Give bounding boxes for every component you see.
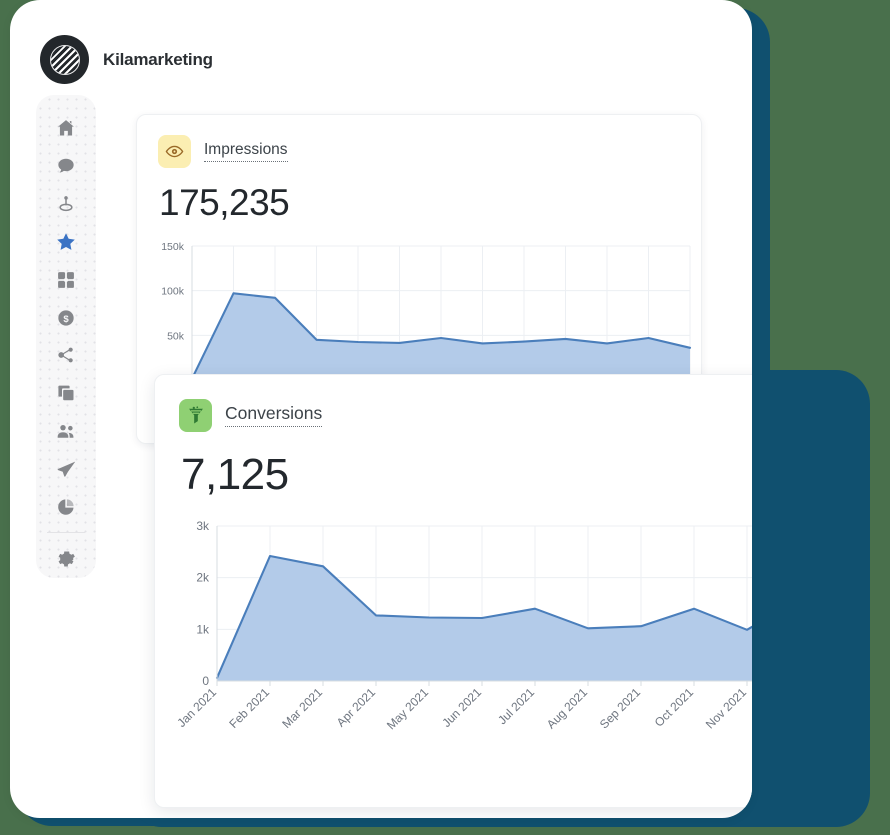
sidebar-item-favorites[interactable] — [45, 223, 87, 261]
sidebar-item-projects[interactable] — [45, 374, 87, 412]
svg-text:Jul 2021: Jul 2021 — [495, 685, 537, 727]
dollar-icon: $ — [56, 308, 76, 328]
svg-text:50k: 50k — [167, 330, 185, 342]
impressions-card-header: Impressions — [158, 135, 701, 168]
conversions-chart[interactable]: 0 1k 2k 3k Jan 2021 Feb 2021 Mar 2021 Apr 2021 M… — [155, 516, 752, 766]
striped-circle-logo-icon — [40, 35, 89, 84]
svg-text:Sep 2021: Sep 2021 — [597, 685, 643, 731]
svg-text:Aug 2021: Aug 2021 — [544, 685, 590, 731]
share-icon — [56, 345, 76, 365]
sidebar-item-campaigns[interactable] — [45, 450, 87, 488]
chat-icon — [56, 156, 76, 176]
svg-text:Apr 2021: Apr 2021 — [334, 685, 379, 730]
gear-icon — [56, 549, 76, 569]
conversions-card-header: Conversions — [179, 399, 752, 432]
svg-text:May 2021: May 2021 — [384, 685, 431, 732]
sidebar-item-apps[interactable] — [45, 261, 87, 299]
sidebar-item-network[interactable] — [45, 337, 87, 375]
users-icon — [56, 421, 77, 442]
brand-name: Kilamarketing — [103, 49, 213, 69]
home-icon — [56, 118, 76, 138]
conversions-label: Conversions — [225, 404, 323, 427]
impressions-chart[interactable]: 050k100k150k — [137, 238, 701, 390]
sidebar-divider — [47, 532, 85, 534]
app-window: Kilamarketing $ Impressions 175,235 50k … — [10, 0, 752, 818]
svg-text:1k: 1k — [196, 622, 210, 636]
impressions-value: 175,235 — [159, 182, 290, 223]
conversions-area-chart[interactable]: 01k2k3kJan 2021 Feb 2021 Mar 2021 Apr 2021 M… — [155, 516, 752, 766]
impressions-area-chart[interactable]: 050k100k150k — [137, 238, 702, 390]
impressions-label: Impressions — [204, 141, 288, 162]
svg-text:Feb 2021: Feb 2021 — [226, 685, 272, 731]
send-icon — [56, 459, 77, 480]
svg-text:Nov 2021: Nov 2021 — [703, 685, 749, 731]
sidebar-item-messages[interactable] — [45, 147, 87, 185]
svg-text:2k: 2k — [196, 571, 210, 585]
brand: Kilamarketing — [40, 35, 213, 84]
svg-text:3k: 3k — [196, 519, 210, 533]
sidebar-item-billing[interactable]: $ — [45, 299, 87, 337]
screenshot-root: Kilamarketing $ Impressions 175,235 50k … — [0, 0, 890, 835]
layers-icon — [56, 383, 76, 403]
eye-icon — [158, 135, 191, 168]
svg-text:Mar 2021: Mar 2021 — [279, 685, 325, 731]
funnel-icon — [179, 399, 212, 432]
svg-text:Oct 2021: Oct 2021 — [652, 685, 697, 730]
svg-text:100k: 100k — [161, 286, 185, 298]
svg-text:Jan 2021: Jan 2021 — [174, 685, 219, 730]
sidebar-item-settings[interactable] — [45, 540, 87, 578]
svg-text:150k: 150k — [161, 241, 185, 253]
sidebar: $ — [36, 95, 96, 578]
svg-text:Jun 2021: Jun 2021 — [439, 685, 484, 730]
conversions-value: 7,125 — [181, 450, 289, 499]
sidebar-item-locations[interactable] — [45, 185, 87, 223]
map-pin-icon — [56, 194, 76, 214]
conversions-card[interactable]: Conversions 7,125 0 1k 2k 3k Jan 2021 Feb 202… — [154, 374, 752, 808]
grid-icon — [56, 270, 76, 290]
svg-text:$: $ — [63, 313, 69, 324]
sidebar-item-team[interactable] — [45, 412, 87, 450]
star-icon — [55, 231, 77, 253]
sidebar-item-home[interactable] — [45, 109, 87, 147]
pie-chart-icon — [56, 497, 76, 517]
sidebar-item-analytics[interactable] — [45, 488, 87, 526]
